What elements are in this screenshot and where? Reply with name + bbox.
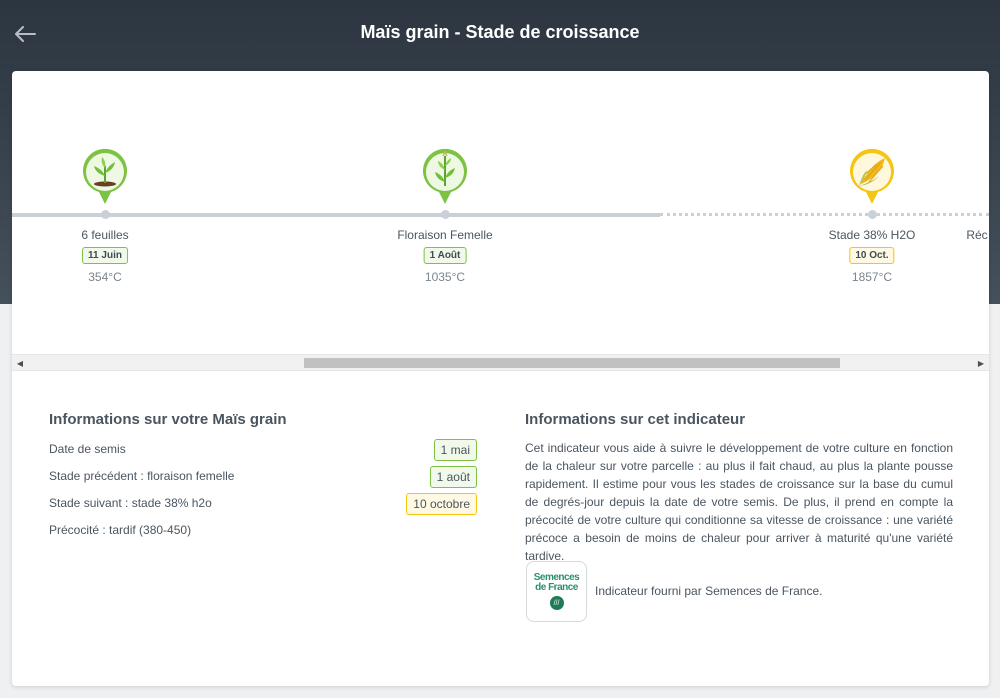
scroll-left-arrow-icon[interactable]: ◀	[12, 355, 28, 371]
corn-cob-icon	[850, 148, 894, 204]
flowering-plant-icon	[423, 148, 467, 204]
content-card: 6 feuilles 11 Juin 354°C Floraison Femel…	[12, 71, 989, 686]
row-label: Stade précédent : floraison femelle	[49, 469, 235, 483]
stage-marker	[868, 210, 877, 219]
timeline-future-line	[660, 213, 989, 216]
stage-marker	[101, 210, 110, 219]
crop-info-title: Informations sur votre Maïs grain	[49, 411, 287, 428]
stage-date-badge: 1 Août	[423, 247, 467, 264]
stage-degree-days: 1857°C	[851, 270, 893, 284]
stage-label: Réc	[966, 228, 988, 242]
provider-text: Indicateur fourni par Semences de France…	[595, 584, 823, 598]
scrollbar-thumb[interactable]	[304, 358, 840, 368]
precocity-row: Précocité : tardif (380-450)	[49, 520, 477, 542]
row-label: Date de semis	[49, 442, 126, 456]
stage-date-badge: 11 Juin	[82, 247, 128, 264]
sowing-date-badge: 1 mai	[433, 439, 477, 461]
row-label: Stade suivant : stade 38% h2o	[49, 496, 212, 510]
indicator-info-title: Informations sur cet indicateur	[525, 411, 746, 428]
stage-marker	[441, 210, 450, 219]
horizontal-scrollbar[interactable]: ◀ ▶	[12, 354, 989, 370]
stage-degree-days: 1035°C	[424, 270, 466, 284]
indicator-description: Cet indicateur vous aide à suivre le dév…	[525, 441, 953, 563]
next-stage-badge: 10 octobre	[406, 493, 477, 515]
growth-timeline: 6 feuilles 11 Juin 354°C Floraison Femel…	[12, 71, 989, 355]
page-title: Maïs grain - Stade de croissance	[360, 22, 640, 42]
semences-de-france-logo: Semences de France ///	[526, 561, 587, 622]
previous-stage-row: Stade précédent : floraison femelle 1 ao…	[49, 466, 477, 488]
scroll-right-arrow-icon[interactable]: ▶	[973, 355, 989, 371]
section-divider	[12, 370, 989, 371]
stage-date-badge: 10 Oct.	[849, 247, 895, 264]
previous-stage-badge: 1 août	[429, 466, 477, 488]
young-plant-icon	[83, 148, 127, 204]
next-stage-row: Stade suivant : stade 38% h2o 10 octobre	[49, 493, 477, 515]
stage-degree-days: 354°C	[88, 270, 122, 284]
sowing-date-row: Date de semis 1 mai	[49, 439, 477, 461]
stage-label: 6 feuilles	[81, 228, 129, 242]
logo-text-line2: de France	[535, 582, 578, 593]
stage-label: Floraison Femelle	[397, 228, 493, 242]
row-label: Précocité : tardif (380-450)	[49, 523, 192, 537]
logo-emblem-icon: ///	[549, 596, 564, 610]
